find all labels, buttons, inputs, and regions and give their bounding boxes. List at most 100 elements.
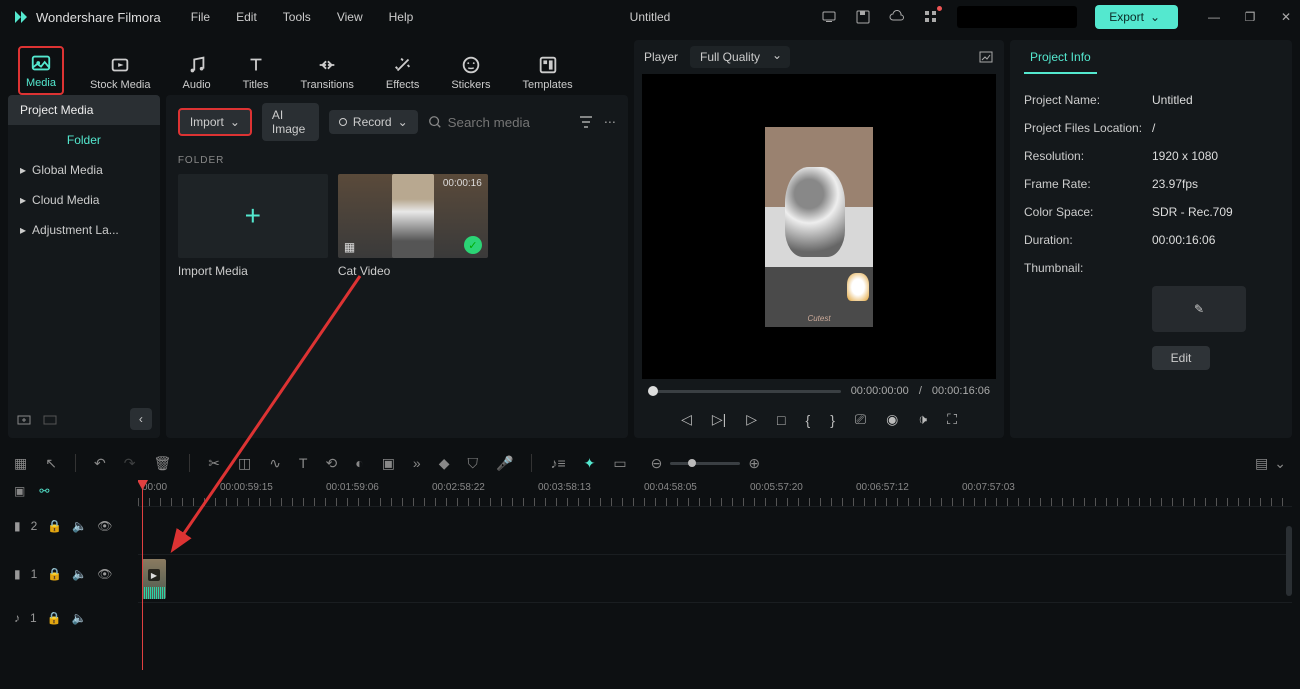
display-icon[interactable]: ⎚ <box>855 411 866 428</box>
import-button[interactable]: Import⌄ <box>178 108 252 136</box>
tab-media[interactable]: Media <box>18 46 64 95</box>
zoom-out-icon[interactable]: ⊖ <box>651 455 663 472</box>
tab-stickers[interactable]: Stickers <box>445 50 496 95</box>
rotate-icon[interactable]: ⟲ <box>325 455 337 472</box>
more-icon[interactable]: ⋯ <box>604 114 616 130</box>
device-icon[interactable] <box>821 9 837 25</box>
new-folder-icon[interactable] <box>16 411 32 427</box>
sidebar-item-folder[interactable]: Folder <box>8 125 160 155</box>
prev-frame-icon[interactable]: ◁ <box>681 411 692 428</box>
sidebar-item-global-media[interactable]: ▸Global Media <box>8 155 160 185</box>
sidebar-item-cloud-media[interactable]: ▸Cloud Media <box>8 185 160 215</box>
edit-button[interactable]: Edit <box>1152 346 1210 370</box>
cloud-icon[interactable] <box>889 9 905 25</box>
sidebar-item-project-media[interactable]: Project Media <box>8 95 160 125</box>
track-header-v1[interactable]: ▮1 🔒 🔈 👁 <box>8 550 138 598</box>
track-header-v2[interactable]: ▮2 🔒 🔈 👁 <box>8 502 138 550</box>
player-tab[interactable]: Player <box>644 50 678 64</box>
zoom-slider[interactable] <box>670 462 740 465</box>
tab-transitions[interactable]: Transitions <box>295 50 360 95</box>
timeline-view-icon[interactable]: ▤ <box>1255 455 1268 472</box>
marker-icon[interactable]: ✦ <box>584 455 596 472</box>
import-media-card[interactable]: + Import Media <box>178 174 328 278</box>
visibility-icon[interactable]: 👁 <box>97 567 112 581</box>
filter-icon[interactable] <box>578 114 594 130</box>
mute-icon[interactable]: 🔈 <box>72 519 87 533</box>
tl-cursor-icon[interactable]: ↖ <box>45 455 57 472</box>
tab-stock-media[interactable]: Stock Media <box>84 50 157 95</box>
visibility-icon[interactable]: 👁 <box>97 519 112 533</box>
tab-titles[interactable]: Titles <box>237 50 275 95</box>
fullscreen-icon[interactable]: ⛶ <box>947 411 957 428</box>
timeline-tracks[interactable]: 00:00 00:00:59:15 00:01:59:06 00:02:58:2… <box>138 480 1292 670</box>
lock-icon[interactable]: 🔒 <box>47 519 62 533</box>
tab-project-info[interactable]: Project Info <box>1024 40 1097 74</box>
track-lane-v1[interactable]: ▶ <box>138 554 1292 602</box>
record-button[interactable]: Record⌄ <box>329 110 418 134</box>
timeline-scrollbar[interactable] <box>1286 526 1292 596</box>
more-tools-icon[interactable]: » <box>413 455 421 471</box>
shield-icon[interactable]: ⛉ <box>468 455 479 472</box>
play-in-icon[interactable]: ▷| <box>712 411 726 428</box>
account-area[interactable] <box>957 6 1077 28</box>
mark-out-icon[interactable]: } <box>830 412 835 428</box>
timeline-ruler[interactable]: 00:00 00:00:59:15 00:01:59:06 00:02:58:2… <box>138 480 1292 506</box>
link-icon[interactable]: ⚯ <box>39 484 49 498</box>
color-icon[interactable]: ◐ <box>355 455 363 471</box>
tl-layout-icon[interactable]: ▦ <box>14 455 27 472</box>
lock-icon[interactable]: 🔒 <box>47 611 62 625</box>
split-icon[interactable]: ✂ <box>208 455 220 472</box>
ai-image-button[interactable]: AI Image <box>262 103 319 141</box>
undo-icon[interactable]: ↶ <box>94 455 106 472</box>
crop-icon[interactable]: ◫ <box>238 455 251 472</box>
menu-view[interactable]: View <box>337 10 363 24</box>
snapshot-display-icon[interactable] <box>978 49 994 65</box>
menu-help[interactable]: Help <box>389 10 414 24</box>
thumbnail-box[interactable]: ✎ <box>1152 286 1246 332</box>
menu-tools[interactable]: Tools <box>283 10 311 24</box>
media-clip-card[interactable]: 00:00:16 ▦ ✓ Cat Video <box>338 174 488 278</box>
stop-icon[interactable]: □ <box>777 412 785 428</box>
menu-edit[interactable]: Edit <box>236 10 257 24</box>
quality-dropdown[interactable]: Full Quality <box>690 46 790 68</box>
mic-icon[interactable]: 🎤 <box>496 455 513 472</box>
menu-file[interactable]: File <box>191 10 210 24</box>
keyframe-icon[interactable]: ◆ <box>439 455 450 472</box>
text-icon[interactable]: T <box>299 455 308 471</box>
redo-icon[interactable]: ↷ <box>124 455 136 472</box>
speed-icon[interactable]: ∿ <box>269 455 281 472</box>
minimize-icon[interactable]: — <box>1206 9 1222 25</box>
search-media[interactable] <box>428 115 568 130</box>
tracks-menu-icon[interactable]: ▣ <box>14 484 25 498</box>
export-button[interactable]: Export⌄ <box>1095 5 1178 29</box>
apps-icon[interactable] <box>923 9 939 25</box>
timeline-clip[interactable]: ▶ <box>142 559 166 599</box>
delete-icon[interactable]: 🗑 <box>153 455 171 472</box>
new-bin-icon[interactable] <box>42 411 58 427</box>
mark-in-icon[interactable]: { <box>806 412 811 428</box>
render-icon[interactable]: ▭ <box>613 455 626 472</box>
player-canvas[interactable]: Cutest <box>642 74 996 379</box>
lock-icon[interactable]: 🔒 <box>47 567 62 581</box>
mute-icon[interactable]: 🔈 <box>72 567 87 581</box>
mask-icon[interactable]: ▣ <box>382 455 395 472</box>
track-header-a1[interactable]: ♪1 🔒 🔈 <box>8 598 138 638</box>
play-icon[interactable]: ▷ <box>746 411 757 428</box>
volume-icon[interactable]: 🕩 <box>918 411 927 428</box>
tab-audio[interactable]: Audio <box>177 50 217 95</box>
close-icon[interactable]: ✕ <box>1278 9 1294 25</box>
track-lane-a1[interactable] <box>138 602 1292 642</box>
mute-icon[interactable]: 🔈 <box>72 611 87 625</box>
save-icon[interactable] <box>855 9 871 25</box>
tab-templates[interactable]: Templates <box>516 50 578 95</box>
collapse-sidebar-icon[interactable]: ‹ <box>130 408 152 430</box>
track-lane-v2[interactable] <box>138 506 1292 554</box>
chevron-down-icon[interactable]: ⌄ <box>1274 455 1286 472</box>
seek-bar[interactable] <box>648 390 841 393</box>
audio-mix-icon[interactable]: ♪≡ <box>550 455 565 471</box>
tab-effects[interactable]: Effects <box>380 50 425 95</box>
zoom-in-icon[interactable]: ⊕ <box>748 455 760 472</box>
playhead[interactable] <box>142 480 143 670</box>
search-input[interactable] <box>448 115 568 130</box>
camera-icon[interactable]: ◉ <box>886 411 898 428</box>
